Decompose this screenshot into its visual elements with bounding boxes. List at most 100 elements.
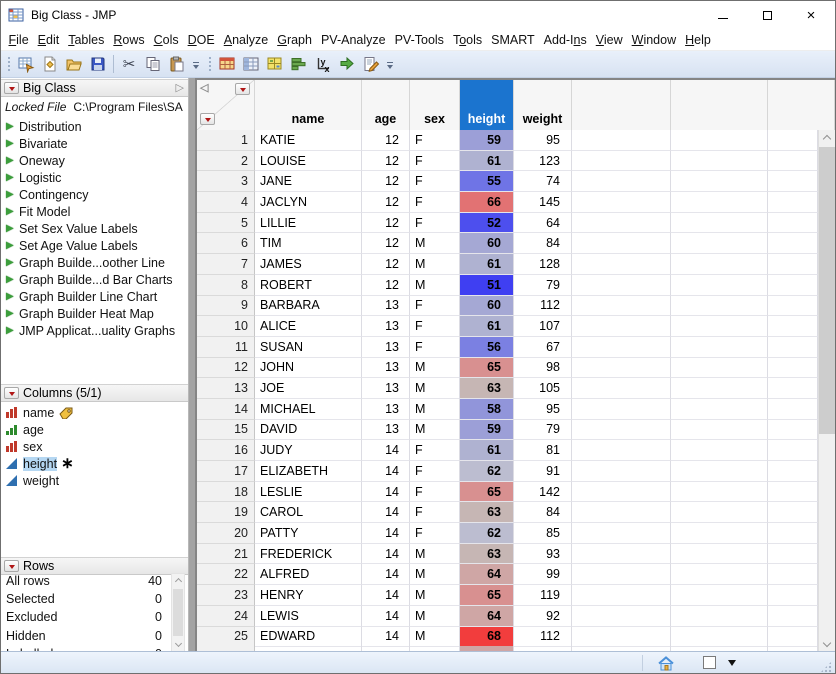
table-panel-menu-button[interactable] bbox=[4, 82, 19, 94]
script-run-icon[interactable]: ▶ bbox=[6, 155, 19, 166]
script-item[interactable]: ▶ Graph Builder Line Chart bbox=[1, 288, 188, 305]
row-number[interactable]: 6 bbox=[197, 233, 255, 255]
script-item[interactable]: ▶ Graph Builde...oother Line bbox=[1, 254, 188, 271]
cell-name[interactable]: ROBERT bbox=[255, 274, 362, 296]
row-number[interactable]: 16 bbox=[197, 440, 255, 461]
cell-name[interactable]: ALICE bbox=[255, 316, 362, 337]
script-run-icon[interactable]: ▶ bbox=[6, 189, 19, 200]
open-button[interactable] bbox=[62, 53, 86, 76]
cell-name[interactable]: FREDERICK bbox=[255, 543, 362, 565]
row-number[interactable]: 5 bbox=[197, 212, 255, 234]
table-corner[interactable]: ◁ bbox=[197, 80, 255, 130]
cell-height[interactable]: 60 bbox=[460, 295, 514, 317]
cell-sex[interactable]: F bbox=[410, 502, 460, 524]
row-number[interactable]: 23 bbox=[197, 585, 255, 606]
rows-stat[interactable]: Hidden 0 bbox=[1, 627, 188, 645]
scroll-down-icon[interactable] bbox=[819, 634, 835, 651]
menu-item[interactable]: Cols bbox=[149, 31, 183, 49]
column-item-height[interactable]: height ∗ bbox=[1, 455, 188, 472]
menu-item[interactable]: PV-Tools bbox=[390, 31, 448, 49]
table-panel-header[interactable]: Big Class ▷ bbox=[1, 79, 188, 97]
column-item-name[interactable]: name bbox=[1, 404, 188, 421]
cell-height[interactable]: 61 bbox=[460, 150, 514, 172]
scroll-up-icon[interactable] bbox=[172, 575, 184, 588]
menu-item[interactable]: Tables bbox=[64, 31, 109, 49]
cell-height[interactable]: 60 bbox=[460, 233, 514, 255]
cell-sex[interactable]: M bbox=[410, 626, 460, 648]
cell-height[interactable]: 63 bbox=[460, 502, 514, 524]
cell-weight[interactable]: 105 bbox=[514, 378, 572, 399]
cell-weight[interactable]: 64 bbox=[514, 212, 572, 234]
cell-sex[interactable]: F bbox=[410, 130, 460, 151]
toolbar-overflow-button[interactable] bbox=[189, 53, 202, 76]
script-item[interactable]: ▶ Bivariate bbox=[1, 135, 188, 152]
cell-age[interactable]: 14 bbox=[362, 585, 410, 606]
row-number[interactable]: 3 bbox=[197, 171, 255, 193]
row-number[interactable]: 1 bbox=[197, 130, 255, 151]
paste-button[interactable] bbox=[165, 53, 189, 76]
cell-weight[interactable]: 93 bbox=[514, 543, 572, 565]
toolbar-grip[interactable] bbox=[207, 55, 212, 73]
cell-weight[interactable]: 74 bbox=[514, 171, 572, 193]
cell-weight[interactable]: 79 bbox=[514, 274, 572, 296]
cell-weight[interactable]: 79 bbox=[514, 419, 572, 441]
cell-age[interactable]: 13 bbox=[362, 357, 410, 379]
fit-y-by-x-button[interactable]: yx bbox=[311, 53, 335, 76]
panel-expand-icon[interactable]: ▷ bbox=[176, 82, 184, 94]
row-number[interactable]: 17 bbox=[197, 461, 255, 482]
cell-weight[interactable]: 84 bbox=[514, 502, 572, 524]
row-number[interactable]: 25 bbox=[197, 626, 255, 648]
pane-splitter[interactable] bbox=[188, 78, 195, 653]
cell-height[interactable]: 62 bbox=[460, 461, 514, 482]
script-item[interactable]: ▶ Distribution bbox=[1, 118, 188, 135]
rows-panel-menu-button[interactable] bbox=[4, 560, 19, 572]
cell-age[interactable]: 12 bbox=[362, 274, 410, 296]
column-header-age[interactable]: age bbox=[362, 80, 410, 130]
script-item[interactable]: ▶ Set Sex Value Labels bbox=[1, 220, 188, 237]
cell-height[interactable]: 55 bbox=[460, 171, 514, 193]
cell-name[interactable]: DAVID bbox=[255, 419, 362, 441]
cell-height[interactable]: 65 bbox=[460, 357, 514, 379]
cell-weight[interactable]: 85 bbox=[514, 523, 572, 544]
cell-age[interactable]: 12 bbox=[362, 212, 410, 234]
cell-name[interactable]: TIM bbox=[255, 233, 362, 255]
cell-name[interactable]: MICHAEL bbox=[255, 398, 362, 420]
cell-name[interactable]: PATTY bbox=[255, 523, 362, 544]
split-table-button[interactable] bbox=[263, 53, 287, 76]
column-header-name[interactable]: name bbox=[255, 80, 362, 130]
window-mode-button[interactable] bbox=[703, 656, 716, 669]
data-table-button[interactable] bbox=[215, 53, 239, 76]
row-number[interactable]: 10 bbox=[197, 316, 255, 337]
row-number[interactable]: 19 bbox=[197, 502, 255, 524]
cell-name[interactable]: JOHN bbox=[255, 357, 362, 379]
script-item[interactable]: ▶ Oneway bbox=[1, 152, 188, 169]
script-run-icon[interactable]: ▶ bbox=[6, 240, 19, 251]
column-item-sex[interactable]: sex bbox=[1, 438, 188, 455]
cell-height[interactable]: 68 bbox=[460, 626, 514, 648]
script-run-icon[interactable]: ▶ bbox=[6, 138, 19, 149]
column-item-weight[interactable]: weight bbox=[1, 472, 188, 489]
cell-sex[interactable]: M bbox=[410, 564, 460, 586]
cell-age[interactable]: 14 bbox=[362, 523, 410, 544]
cell-sex[interactable]: F bbox=[410, 150, 460, 172]
cell-age[interactable]: 12 bbox=[362, 130, 410, 151]
menu-item[interactable]: Window bbox=[627, 31, 680, 49]
cell-sex[interactable]: F bbox=[410, 481, 460, 503]
cell-height[interactable]: 63 bbox=[460, 378, 514, 399]
menu-item[interactable]: Analyze bbox=[219, 31, 272, 49]
new-data-table-button[interactable] bbox=[14, 53, 38, 76]
cell-height[interactable]: 61 bbox=[460, 254, 514, 275]
cell-weight[interactable]: 95 bbox=[514, 398, 572, 420]
cell-height[interactable]: 64 bbox=[460, 605, 514, 627]
rows-stat[interactable]: Selected 0 bbox=[1, 590, 188, 608]
cell-age[interactable]: 13 bbox=[362, 316, 410, 337]
cell-weight[interactable]: 128 bbox=[514, 254, 572, 275]
cell-height[interactable]: 62 bbox=[460, 523, 514, 544]
cell-name[interactable]: LILLIE bbox=[255, 212, 362, 234]
cell-age[interactable]: 12 bbox=[362, 192, 410, 213]
cell-weight[interactable]: 107 bbox=[514, 316, 572, 337]
row-number[interactable]: 2 bbox=[197, 150, 255, 172]
toolbar-grip[interactable] bbox=[6, 55, 11, 73]
menu-item[interactable]: SMART bbox=[487, 31, 540, 49]
cell-sex[interactable]: F bbox=[410, 192, 460, 213]
